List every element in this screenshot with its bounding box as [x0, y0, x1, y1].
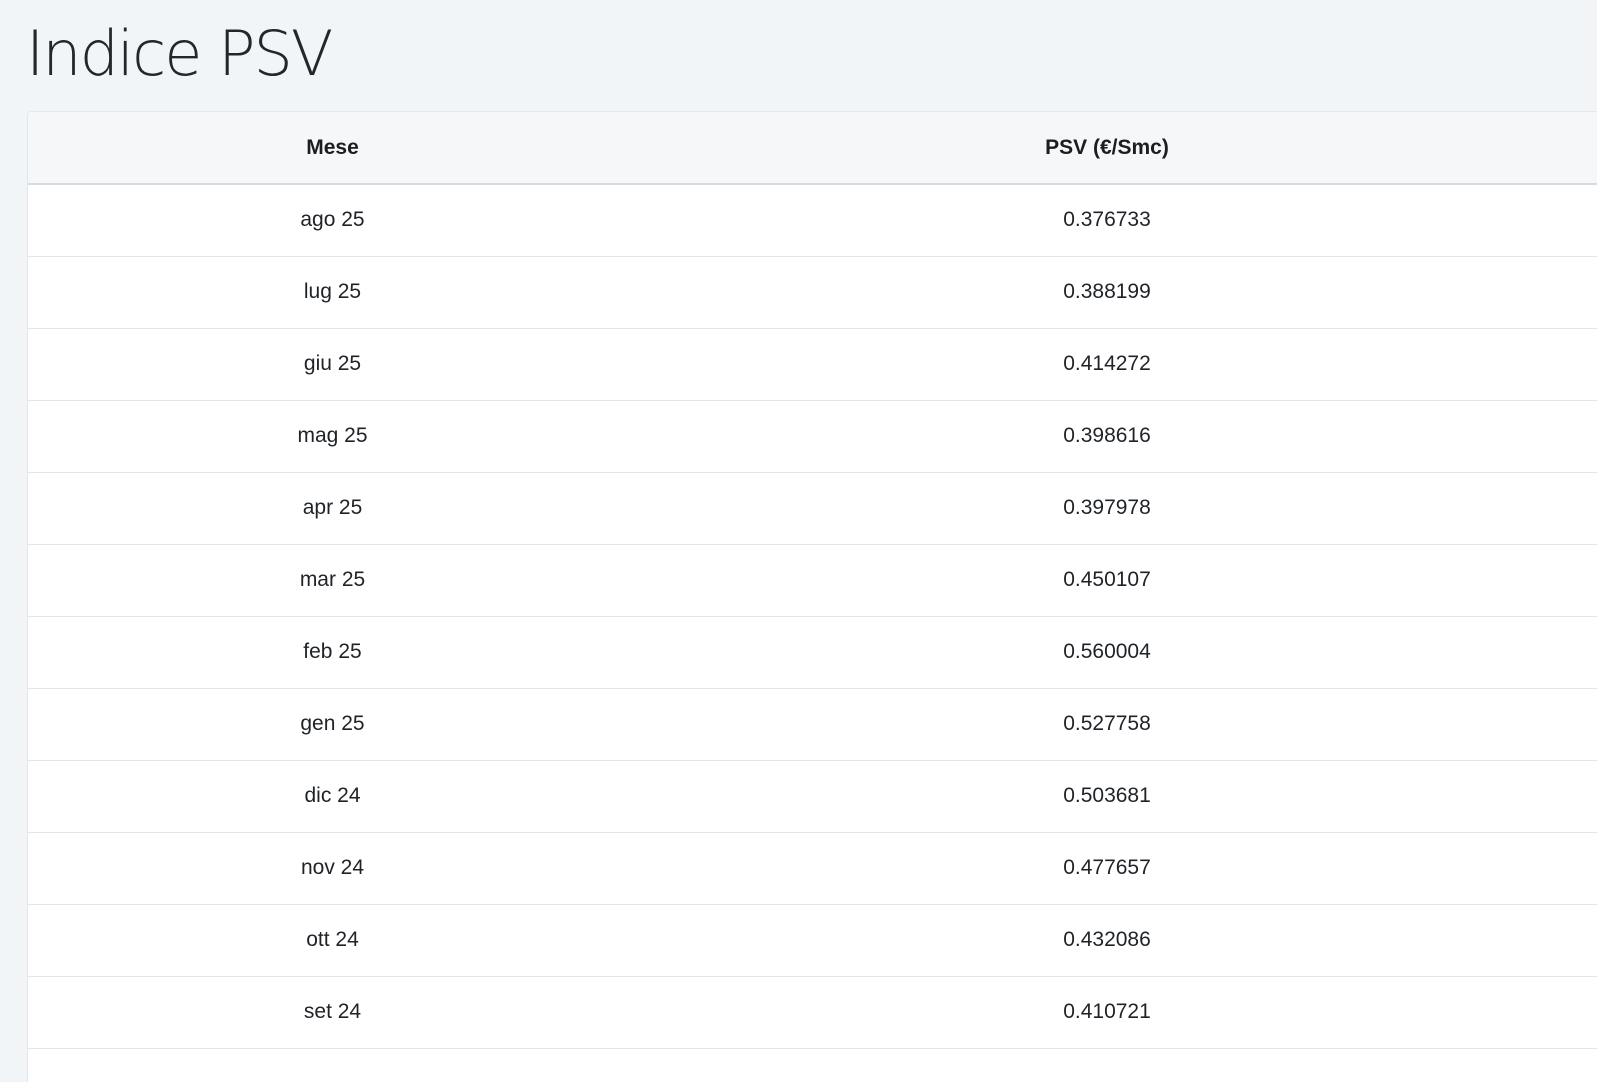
column-header-psv[interactable]: PSV (€/Smc)	[637, 112, 1577, 185]
psv-table-card: Mese PSV (€/Smc) ago 25 0.376733 lug 25 …	[27, 111, 1597, 1082]
table-row: mar 25 0.450107	[28, 544, 1597, 617]
month-cell: set 24	[28, 976, 637, 1049]
month-cell: giu 25	[28, 328, 637, 401]
spacer-cell	[1577, 472, 1597, 545]
psv-value-cell: 0.477657	[637, 832, 1577, 905]
spacer-cell	[1577, 760, 1597, 833]
table-row: dic 24 0.503681	[28, 760, 1597, 833]
table-row: gen 25 0.527758	[28, 688, 1597, 761]
month-cell: mar 25	[28, 544, 637, 617]
month-cell: nov 24	[28, 832, 637, 905]
table-row: feb 25 0.560004	[28, 616, 1597, 689]
psv-value-cell: 0.388199	[637, 256, 1577, 329]
psv-value-cell: 0.432086	[637, 904, 1577, 977]
table-row: apr 25 0.397978	[28, 472, 1597, 545]
spacer-cell	[1577, 256, 1597, 329]
spacer-cell	[1577, 904, 1597, 977]
table-row: mag 25 0.398616	[28, 400, 1597, 473]
table-row: ott 24 0.432086	[28, 904, 1597, 977]
table-header: Mese PSV (€/Smc)	[28, 112, 1597, 185]
month-cell: gen 25	[28, 688, 637, 761]
psv-value-cell: 0.414272	[637, 328, 1577, 401]
month-cell: mag 25	[28, 400, 637, 473]
table-row: nov 24 0.477657	[28, 832, 1597, 905]
table-body: ago 25 0.376733 lug 25 0.388199 giu 25 0…	[28, 184, 1597, 1049]
month-cell: feb 25	[28, 616, 637, 689]
spacer-cell	[1577, 976, 1597, 1049]
spacer-cell	[1577, 832, 1597, 905]
column-header-month[interactable]: Mese	[28, 112, 637, 185]
table-row: set 24 0.410721	[28, 976, 1597, 1049]
psv-value-cell: 0.410721	[637, 976, 1577, 1049]
page-title: Indice PSV	[26, 17, 333, 90]
spacer-cell	[1577, 184, 1597, 257]
column-header-spacer	[1577, 112, 1597, 185]
spacer-cell	[1577, 400, 1597, 473]
psv-value-cell: 0.398616	[637, 400, 1577, 473]
psv-value-cell: 0.527758	[637, 688, 1577, 761]
spacer-cell	[1577, 544, 1597, 617]
table-row: ago 25 0.376733	[28, 184, 1597, 257]
table-header-row: Mese PSV (€/Smc)	[28, 112, 1597, 185]
psv-value-cell: 0.397978	[637, 472, 1577, 545]
psv-table: Mese PSV (€/Smc) ago 25 0.376733 lug 25 …	[28, 112, 1597, 1049]
psv-value-cell: 0.503681	[637, 760, 1577, 833]
month-cell: ago 25	[28, 184, 637, 257]
psv-value-cell: 0.450107	[637, 544, 1577, 617]
table-row: lug 25 0.388199	[28, 256, 1597, 329]
month-cell: apr 25	[28, 472, 637, 545]
spacer-cell	[1577, 328, 1597, 401]
spacer-cell	[1577, 616, 1597, 689]
month-cell: lug 25	[28, 256, 637, 329]
month-cell: dic 24	[28, 760, 637, 833]
psv-value-cell: 0.376733	[637, 184, 1577, 257]
spacer-cell	[1577, 688, 1597, 761]
month-cell: ott 24	[28, 904, 637, 977]
psv-value-cell: 0.560004	[637, 616, 1577, 689]
table-row: giu 25 0.414272	[28, 328, 1597, 401]
